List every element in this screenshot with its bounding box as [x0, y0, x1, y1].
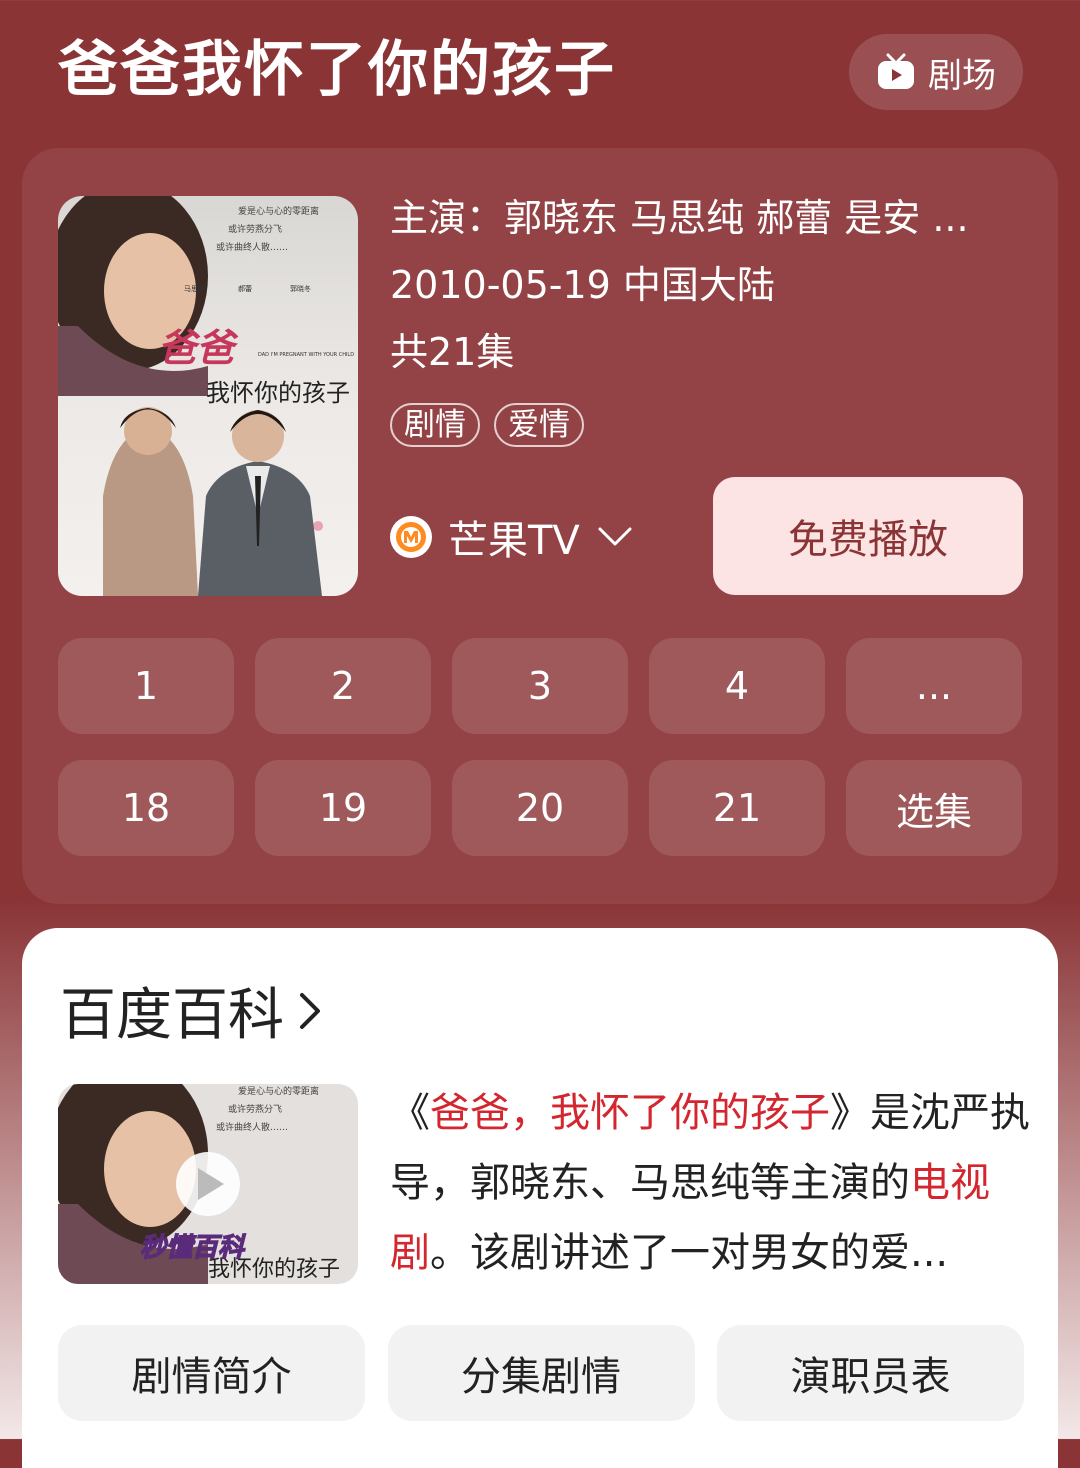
- episode-button[interactable]: 2: [255, 638, 431, 734]
- watermark: 秒懂百科: [140, 1233, 246, 1263]
- tab-plot-summary[interactable]: 剧情简介: [58, 1325, 365, 1421]
- poster-actor-2: 郝蕾: [238, 284, 252, 293]
- desc-title-link[interactable]: 爸爸，我怀了你的孩子: [430, 1090, 830, 1136]
- video-thumbnail[interactable]: 爱是心与心的零距离 或许劳燕分飞 或许曲终人散…… 我怀你的孩子 秒懂百科: [58, 1084, 358, 1284]
- thumb-line-1: 爱是心与心的零距离: [238, 1085, 319, 1097]
- thumb-line-3: 或许曲终人散……: [216, 1121, 288, 1133]
- baike-description: 《爸爸，我怀了你的孩子》是沈严执导，郭晓东、马思纯等主演的电视剧。该剧讲述了一对…: [390, 1078, 1030, 1288]
- episode-button[interactable]: 1: [58, 638, 234, 734]
- thumb-line-2: 或许劳燕分飞: [228, 1103, 282, 1115]
- chevron-right-icon: [300, 992, 320, 1029]
- baike-tabs: 剧情简介 分集剧情 演职员表: [58, 1325, 1024, 1421]
- mango-tv-logo-icon: [390, 516, 432, 558]
- episode-button[interactable]: 4: [649, 638, 825, 734]
- theater-button[interactable]: 剧场: [849, 34, 1023, 110]
- genre-tags: 剧情 爱情: [390, 403, 584, 447]
- episode-button[interactable]: 18: [58, 760, 234, 856]
- desc-open: 《: [390, 1090, 430, 1136]
- poster-en-title: DAD I'M PREGNANT WITH YOUR CHILD: [258, 352, 354, 358]
- episode-button[interactable]: 21: [649, 760, 825, 856]
- poster-illustration: 爱是心与心的零距离 或许劳燕分飞 或许曲终人散…… 马思纯 郝蕾 郭晓冬 爸爸 …: [58, 196, 358, 596]
- poster-title-big: 爸爸: [158, 325, 239, 370]
- desc-end: 。该剧讲述了一对男女的爱...: [430, 1230, 949, 1276]
- poster-line-1: 爱是心与心的零距离: [238, 205, 319, 217]
- episode-button[interactable]: 19: [255, 760, 431, 856]
- poster-actor-1: 马思纯: [184, 284, 205, 293]
- poster-title-line: 我怀你的孩子: [206, 379, 350, 407]
- episode-button[interactable]: 20: [452, 760, 628, 856]
- poster-line-2: 或许劳燕分飞: [228, 223, 282, 235]
- date-region: 2010-05-19 中国大陆: [390, 263, 775, 307]
- cast-line: 主演：郭晓东 马思纯 郝蕾 是安 ...: [390, 196, 969, 240]
- poster-image[interactable]: 爱是心与心的零距离 或许劳燕分飞 或许曲终人散…… 马思纯 郝蕾 郭晓冬 爸爸 …: [58, 196, 358, 596]
- free-play-button[interactable]: 免费播放: [713, 477, 1023, 595]
- baike-card: 百度百科 爱是心与心的零距离 或许劳燕分飞 或许曲终人散…… 我怀你的孩子 秒懂…: [22, 928, 1058, 1468]
- baike-heading-link[interactable]: 百度百科: [60, 970, 324, 1051]
- show-card: 爱是心与心的零距离 或许劳燕分飞 或许曲终人散…… 马思纯 郝蕾 郭晓冬 爸爸 …: [22, 148, 1058, 904]
- theater-label: 剧场: [928, 55, 996, 96]
- episode-button[interactable]: 3: [452, 638, 628, 734]
- tv-icon: [878, 53, 914, 89]
- genre-tag[interactable]: 剧情: [390, 403, 480, 447]
- poster-actor-3: 郭晓冬: [290, 284, 311, 293]
- tab-episode-plots[interactable]: 分集剧情: [387, 1325, 695, 1421]
- tab-cast-crew[interactable]: 演职员表: [717, 1325, 1024, 1421]
- page-title: 爸爸我怀了你的孩子: [58, 35, 616, 105]
- select-episode-button[interactable]: 选集: [846, 760, 1022, 856]
- baike-heading: 百度百科: [60, 983, 284, 1048]
- source-selector[interactable]: 芒果TV: [390, 508, 634, 566]
- source-name: 芒果TV: [448, 518, 580, 564]
- more-episodes-button[interactable]: ...: [846, 638, 1022, 734]
- episode-grid: 1 2 3 4 ... 18 19 20 21 选集: [58, 638, 1024, 856]
- chevron-down-icon: [598, 527, 632, 546]
- poster-line-3: 或许曲终人散……: [216, 241, 288, 253]
- episode-count: 共21集: [390, 330, 515, 374]
- genre-tag[interactable]: 爱情: [494, 403, 584, 447]
- thumbnail-illustration: 爱是心与心的零距离 或许劳燕分飞 或许曲终人散…… 我怀你的孩子 秒懂百科: [58, 1084, 358, 1284]
